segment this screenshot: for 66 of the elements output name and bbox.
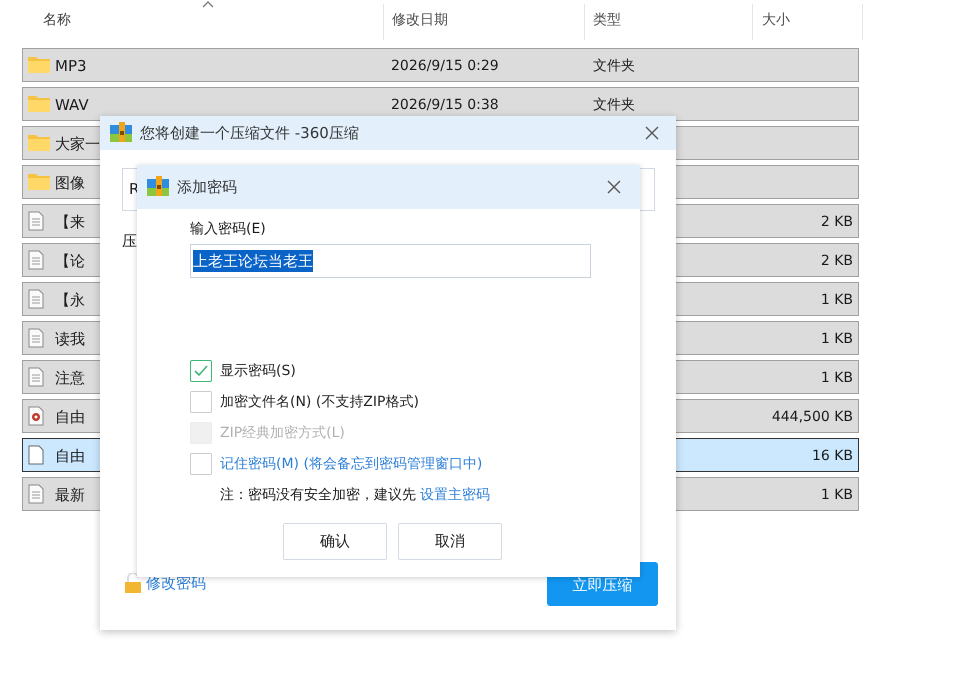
file-name: 图像 — [55, 173, 85, 194]
folder-icon — [28, 55, 50, 73]
archive-app-icon — [147, 176, 171, 198]
file-name: 【永 — [55, 290, 85, 311]
file-size: 1 KB — [820, 291, 853, 310]
file-size: 16 KB — [812, 447, 853, 466]
file-name: 读我 — [55, 329, 85, 350]
column-header[interactable]: 名称 — [43, 10, 71, 31]
file-name: MP3 — [55, 56, 87, 77]
file-row[interactable]: WAV 2026/9/15 0:38 文件夹 — [22, 87, 859, 121]
file-size: 2 KB — [820, 252, 853, 271]
checkbox[interactable] — [190, 391, 212, 413]
cancel-button[interactable]: 取消 — [398, 523, 502, 560]
password-label: 输入密码(E) — [190, 220, 267, 239]
file-size: 2 KB — [820, 213, 853, 232]
folder-icon — [28, 172, 50, 190]
document-icon — [28, 484, 44, 504]
set-master-password-link[interactable]: 设置主密码 — [420, 485, 490, 506]
file-size: 444,500 KB — [772, 408, 853, 427]
file-name: 【来 — [55, 212, 85, 233]
folder-icon — [28, 133, 50, 151]
close-icon — [644, 125, 660, 141]
document-icon — [28, 367, 44, 387]
document-icon — [28, 328, 44, 348]
window-title: 您将创建一个压缩文件 -360压缩 — [140, 122, 359, 144]
file-type: 文件夹 — [593, 96, 635, 115]
archive-app-icon — [110, 122, 134, 144]
password-field[interactable]: 上老王论坛当老王 — [190, 244, 591, 278]
file-size: 1 KB — [820, 330, 853, 349]
document-icon — [28, 250, 44, 270]
modified-date: 2026/9/15 0:38 — [391, 96, 499, 115]
checkbox[interactable] — [190, 453, 212, 475]
file-name: 注意 — [55, 368, 85, 389]
file-size: 1 KB — [820, 369, 853, 388]
checkbox-label: ZIP经典加密方式(L) — [220, 424, 345, 442]
file-size: 1 KB — [820, 486, 853, 505]
blank-file-icon — [28, 445, 44, 465]
note-text: 注：密码没有安全加密，建议先 — [220, 486, 416, 505]
confirm-button[interactable]: 确认 — [283, 523, 387, 560]
file-name: 大家一 — [55, 134, 100, 155]
window-title: 添加密码 — [177, 176, 237, 198]
checkbox-label: 加密文件名(N) (不支持ZIP格式) — [220, 392, 419, 412]
column-header[interactable]: 大小 — [762, 10, 790, 31]
document-icon — [28, 211, 44, 231]
checkbox-label: 显示密码(S) — [220, 362, 296, 380]
close-icon — [606, 179, 622, 195]
lock-icon — [124, 573, 142, 594]
field-label: 压 — [122, 231, 137, 252]
folder-icon — [28, 94, 50, 112]
file-name: WAV — [55, 95, 89, 116]
file-name: 最新 — [55, 485, 85, 506]
selected-text: 上老王论坛当老王 — [193, 250, 313, 272]
file-type: 文件夹 — [593, 57, 635, 76]
file-name: 自由 — [55, 407, 85, 428]
checkbox-label: 记住密码(M) (将会备忘到密码管理窗口中) — [220, 454, 482, 474]
column-header[interactable]: 修改日期 — [392, 10, 448, 31]
check-icon — [194, 365, 208, 377]
document-icon — [28, 289, 44, 309]
media-file-icon — [28, 406, 44, 426]
file-row[interactable]: MP3 2026/9/15 0:29 文件夹 — [22, 48, 859, 82]
sort-up-icon — [202, 0, 214, 8]
file-name: 【论 — [55, 251, 85, 272]
file-name: 自由 — [55, 446, 85, 467]
checkbox[interactable] — [190, 360, 212, 382]
modified-date: 2026/9/15 0:29 — [391, 57, 499, 76]
column-header[interactable]: 类型 — [593, 10, 621, 31]
